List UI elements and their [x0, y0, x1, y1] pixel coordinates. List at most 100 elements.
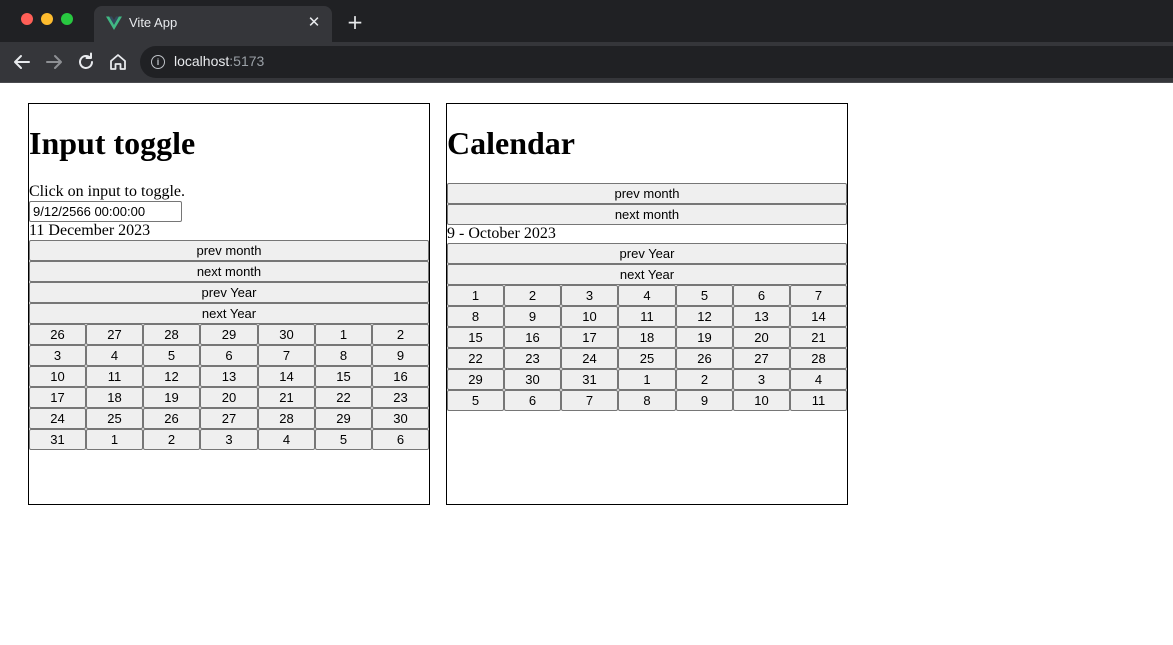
day-button[interactable]: 13 — [733, 306, 790, 327]
day-button[interactable]: 25 — [618, 348, 676, 369]
day-button[interactable]: 6 — [200, 345, 258, 366]
day-button[interactable]: 3 — [200, 429, 258, 450]
day-button[interactable]: 9 — [676, 390, 733, 411]
day-button[interactable]: 25 — [86, 408, 143, 429]
day-button[interactable]: 23 — [504, 348, 561, 369]
day-button[interactable]: 14 — [258, 366, 315, 387]
day-button[interactable]: 27 — [86, 324, 143, 345]
day-button[interactable]: 24 — [29, 408, 86, 429]
day-button[interactable]: 26 — [29, 324, 86, 345]
next-year-button[interactable]: next Year — [29, 303, 429, 324]
prev-year-button[interactable]: prev Year — [29, 282, 429, 303]
day-button[interactable]: 11 — [86, 366, 143, 387]
day-button[interactable]: 19 — [143, 387, 200, 408]
day-button[interactable]: 31 — [561, 369, 618, 390]
home-icon[interactable] — [106, 50, 130, 74]
prev-month-button[interactable]: prev month — [29, 240, 429, 261]
day-button[interactable]: 17 — [29, 387, 86, 408]
day-button[interactable]: 8 — [618, 390, 676, 411]
day-button[interactable]: 12 — [676, 306, 733, 327]
day-button[interactable]: 26 — [676, 348, 733, 369]
day-button[interactable]: 15 — [447, 327, 504, 348]
day-button[interactable]: 4 — [258, 429, 315, 450]
day-button[interactable]: 6 — [733, 285, 790, 306]
new-tab-button[interactable]: + — [343, 10, 367, 34]
day-button[interactable]: 20 — [200, 387, 258, 408]
day-button[interactable]: 2 — [504, 285, 561, 306]
prev-month-button[interactable]: prev month — [447, 183, 847, 204]
day-button[interactable]: 27 — [200, 408, 258, 429]
day-button[interactable]: 29 — [200, 324, 258, 345]
day-button[interactable]: 30 — [372, 408, 429, 429]
day-button[interactable]: 4 — [790, 369, 847, 390]
day-button[interactable]: 7 — [561, 390, 618, 411]
address-bar[interactable]: i localhost:5173 — [140, 46, 1173, 78]
day-button[interactable]: 12 — [143, 366, 200, 387]
day-button[interactable]: 8 — [447, 306, 504, 327]
day-button[interactable]: 5 — [447, 390, 504, 411]
day-button[interactable]: 28 — [790, 348, 847, 369]
day-button[interactable]: 7 — [790, 285, 847, 306]
day-button[interactable]: 1 — [447, 285, 504, 306]
info-icon[interactable]: i — [151, 55, 165, 69]
day-button[interactable]: 2 — [143, 429, 200, 450]
next-year-button[interactable]: next Year — [447, 264, 847, 285]
close-window-button[interactable] — [21, 13, 33, 25]
day-button[interactable]: 16 — [504, 327, 561, 348]
day-button[interactable]: 5 — [315, 429, 372, 450]
next-month-button[interactable]: next month — [447, 204, 847, 225]
day-button[interactable]: 13 — [200, 366, 258, 387]
day-button[interactable]: 16 — [372, 366, 429, 387]
reload-icon[interactable] — [74, 50, 98, 74]
day-button[interactable]: 28 — [258, 408, 315, 429]
day-button[interactable]: 1 — [86, 429, 143, 450]
day-button[interactable]: 11 — [618, 306, 676, 327]
day-button[interactable]: 21 — [790, 327, 847, 348]
maximize-window-button[interactable] — [61, 13, 73, 25]
prev-year-button[interactable]: prev Year — [447, 243, 847, 264]
day-button[interactable]: 21 — [258, 387, 315, 408]
day-button[interactable]: 31 — [29, 429, 86, 450]
day-button[interactable]: 29 — [315, 408, 372, 429]
date-input[interactable] — [29, 201, 182, 222]
day-button[interactable]: 10 — [29, 366, 86, 387]
day-button[interactable]: 2 — [372, 324, 429, 345]
day-button[interactable]: 17 — [561, 327, 618, 348]
day-button[interactable]: 8 — [315, 345, 372, 366]
day-button[interactable]: 28 — [143, 324, 200, 345]
day-button[interactable]: 5 — [143, 345, 200, 366]
tab-close-icon[interactable]: ✕ — [304, 12, 324, 32]
day-button[interactable]: 9 — [372, 345, 429, 366]
day-button[interactable]: 15 — [315, 366, 372, 387]
day-button[interactable]: 19 — [676, 327, 733, 348]
day-button[interactable]: 6 — [372, 429, 429, 450]
day-button[interactable]: 26 — [143, 408, 200, 429]
day-button[interactable]: 10 — [733, 390, 790, 411]
day-button[interactable]: 7 — [258, 345, 315, 366]
day-button[interactable]: 22 — [447, 348, 504, 369]
day-button[interactable]: 1 — [315, 324, 372, 345]
day-button[interactable]: 4 — [618, 285, 676, 306]
day-button[interactable]: 18 — [86, 387, 143, 408]
day-button[interactable]: 18 — [618, 327, 676, 348]
day-button[interactable]: 4 — [86, 345, 143, 366]
day-button[interactable]: 23 — [372, 387, 429, 408]
day-button[interactable]: 3 — [29, 345, 86, 366]
day-button[interactable]: 29 — [447, 369, 504, 390]
day-button[interactable]: 20 — [733, 327, 790, 348]
day-button[interactable]: 11 — [790, 390, 847, 411]
back-arrow-icon[interactable] — [10, 50, 34, 74]
minimize-window-button[interactable] — [41, 13, 53, 25]
day-button[interactable]: 2 — [676, 369, 733, 390]
day-button[interactable]: 6 — [504, 390, 561, 411]
day-button[interactable]: 27 — [733, 348, 790, 369]
day-button[interactable]: 30 — [504, 369, 561, 390]
day-button[interactable]: 1 — [618, 369, 676, 390]
day-button[interactable]: 5 — [676, 285, 733, 306]
day-button[interactable]: 3 — [561, 285, 618, 306]
next-month-button[interactable]: next month — [29, 261, 429, 282]
day-button[interactable]: 9 — [504, 306, 561, 327]
browser-tab[interactable]: Vite App ✕ — [94, 6, 332, 42]
day-button[interactable]: 3 — [733, 369, 790, 390]
day-button[interactable]: 10 — [561, 306, 618, 327]
